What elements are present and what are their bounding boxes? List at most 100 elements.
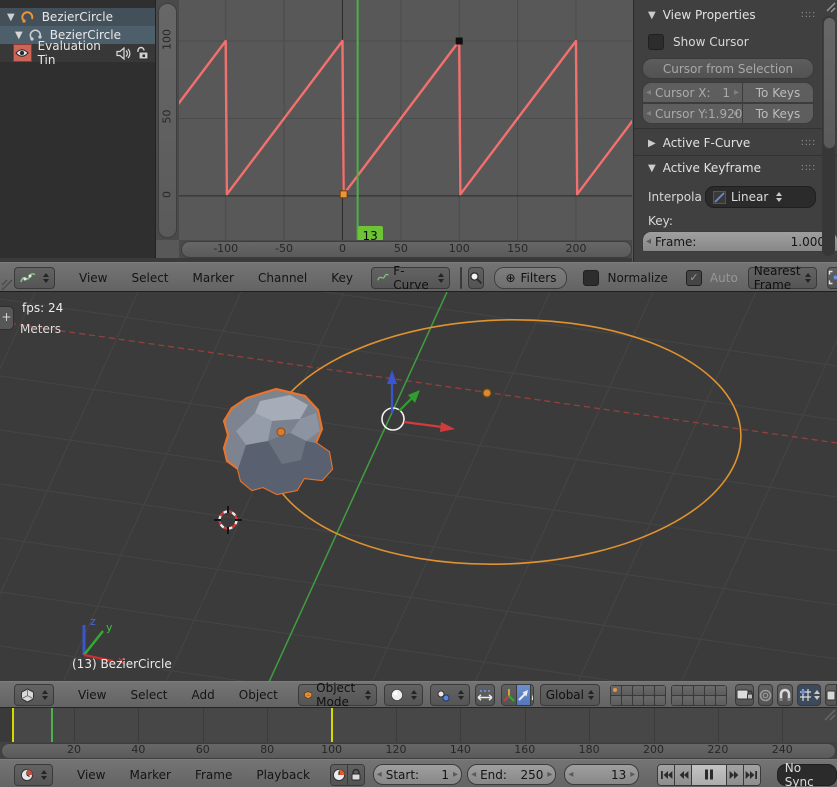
menu-view[interactable]: View xyxy=(66,683,118,707)
channel-row-object[interactable]: ▼ BezierCircle xyxy=(0,8,155,26)
layer-toggle[interactable] xyxy=(716,686,726,695)
editor-type-dropdown[interactable] xyxy=(14,267,55,289)
panel-grip-icon[interactable]: ∷∷ xyxy=(801,163,816,174)
menu-frame[interactable]: Frame xyxy=(183,763,244,787)
frame-start-field[interactable]: ◂ Start: 1 ▸ xyxy=(373,764,462,785)
manipulator-toggle-icon[interactable] xyxy=(475,684,495,706)
expand-triangle-icon[interactable]: ▼ xyxy=(7,12,15,23)
layer-toggle[interactable] xyxy=(633,686,643,695)
panel-header-active-fcurve[interactable]: ▶ Active F-Curve ∷∷ xyxy=(648,136,816,150)
menu-view[interactable]: View xyxy=(65,763,117,787)
graph-vertical-scrollbar[interactable]: 100500 xyxy=(156,0,180,240)
layers-widget[interactable] xyxy=(610,685,727,706)
layer-toggle[interactable] xyxy=(611,686,621,695)
menu-select[interactable]: Select xyxy=(118,683,179,707)
rotate-manipulator-icon[interactable] xyxy=(531,685,534,705)
layer-toggle[interactable] xyxy=(683,696,693,705)
layer-toggle[interactable] xyxy=(694,696,704,705)
cursor-y-to-keys-button[interactable]: To Keys xyxy=(742,103,814,124)
menu-view[interactable]: View xyxy=(67,266,119,290)
jump-to-prev-keyframe-button[interactable] xyxy=(675,765,692,785)
frame-end-field[interactable]: ◂ End: 250 ▸ xyxy=(467,764,556,785)
timeline-area[interactable]: 20406080100120140160180200220240 View Ma… xyxy=(0,707,837,787)
layer-toggle[interactable] xyxy=(672,686,682,695)
cursor-select-icon[interactable] xyxy=(461,268,462,288)
snap-element-dropdown[interactable] xyxy=(797,684,821,706)
menu-marker[interactable]: Marker xyxy=(117,763,182,787)
layer-toggle[interactable] xyxy=(611,696,621,705)
current-frame-field[interactable]: ◂ 13 ▸ xyxy=(564,764,639,785)
panel-header-active-keyframe[interactable]: ▼ Active Keyframe ∷∷ xyxy=(648,161,816,175)
pause-button[interactable] xyxy=(692,765,727,785)
viewport-shading-dropdown[interactable] xyxy=(384,684,423,706)
preview-range-clock-icon[interactable] xyxy=(331,765,348,785)
layer-toggle[interactable] xyxy=(655,696,665,705)
filters-button[interactable]: ⊕ Filters xyxy=(494,267,567,289)
editor-type-dropdown[interactable] xyxy=(14,764,53,786)
jump-to-start-button[interactable] xyxy=(658,765,675,785)
timeline-strip[interactable] xyxy=(0,708,837,742)
cursor-x-field[interactable]: ◂ Cursor X: 1 ▸ xyxy=(642,82,742,103)
menu-key[interactable]: Key xyxy=(319,266,365,290)
snap-magnet-icon[interactable] xyxy=(777,684,793,706)
layer-toggle[interactable] xyxy=(655,686,665,695)
panel-grip-icon[interactable]: ∷∷ xyxy=(801,10,816,21)
layer-toggle[interactable] xyxy=(644,696,654,705)
mute-speaker-icon[interactable] xyxy=(116,47,131,60)
channel-list[interactable]: ▼ BezierCircle ▼ BezierCircle Evaluation… xyxy=(0,0,156,262)
mode-dropdown-fcurve[interactable]: F-Curve xyxy=(371,267,450,289)
cursor-y-field[interactable]: ◂ Cursor Y: 1.920 ▸ xyxy=(642,103,742,124)
menu-playback[interactable]: Playback xyxy=(244,763,322,787)
pivot-point-dropdown[interactable] xyxy=(430,684,470,706)
normalize-checkbox[interactable] xyxy=(583,270,599,286)
interpolation-dropdown[interactable]: Linear xyxy=(705,186,816,208)
jump-to-end-button[interactable] xyxy=(744,765,760,785)
keyframe-frame-field[interactable]: ◂ Frame: 1.000 ▸ xyxy=(642,231,837,252)
panel-header-view-properties[interactable]: ▼ View Properties ∷∷ xyxy=(648,8,816,22)
resize-grip-icon[interactable] xyxy=(1,279,13,291)
mode-dropdown[interactable]: Object Mode xyxy=(298,684,377,706)
bezier-circle-path[interactable] xyxy=(261,312,745,572)
translate-manipulator-icon[interactable] xyxy=(517,685,531,705)
cursor-3d[interactable] xyxy=(214,506,242,534)
jump-to-next-keyframe-button[interactable] xyxy=(727,765,744,785)
show-cursor-checkbox[interactable] xyxy=(648,34,664,50)
layer-toggle[interactable] xyxy=(705,696,715,705)
auto-checkbox[interactable]: ✓ xyxy=(686,270,702,286)
layer-toggle[interactable] xyxy=(633,696,643,705)
graph-canvas[interactable] xyxy=(179,0,632,240)
menu-object[interactable]: Object xyxy=(227,683,290,707)
menu-select[interactable]: Select xyxy=(119,266,180,290)
layer-toggle[interactable] xyxy=(694,686,704,695)
channel-row-fcurve[interactable]: Evaluation Tin xyxy=(0,44,155,62)
snap-mode-dropdown[interactable]: Nearest Frame xyxy=(748,267,817,289)
turtle-mesh-object[interactable] xyxy=(224,389,332,494)
graph-horizontal-scrollbar[interactable]: -100-50050100150200 xyxy=(179,240,632,258)
resize-grip-icon[interactable] xyxy=(822,2,836,16)
cursor-from-selection-button[interactable]: Cursor from Selection xyxy=(642,58,814,79)
cursor-x-to-keys-button[interactable]: To Keys xyxy=(742,82,814,103)
timeline-ruler[interactable]: 20406080100120140160180200220240 xyxy=(0,742,837,759)
lock-to-scene-icon[interactable] xyxy=(735,684,754,706)
editor-type-dropdown[interactable] xyxy=(14,684,54,706)
render-opengl-icon[interactable] xyxy=(825,684,837,706)
layer-toggle[interactable] xyxy=(683,686,693,695)
expand-triangle-icon[interactable]: ▼ xyxy=(15,30,23,41)
menu-marker[interactable]: Marker xyxy=(181,266,246,290)
menu-channel[interactable]: Channel xyxy=(246,266,319,290)
zoom-to-region-icon[interactable] xyxy=(468,267,484,289)
layer-toggle[interactable] xyxy=(705,686,715,695)
properties-scrollbar[interactable] xyxy=(822,16,835,256)
visibility-eye-icon[interactable] xyxy=(13,44,32,62)
viewport-3d[interactable]: z y x fps: 24 Meters (13) BezierCircle + xyxy=(0,291,837,682)
proportional-edit-icon[interactable] xyxy=(758,684,773,706)
toolbar-expand-button[interactable]: + xyxy=(0,306,14,330)
copy-to-selected-icon[interactable] xyxy=(827,267,837,289)
manipulator-axes-icon[interactable] xyxy=(502,685,517,705)
layer-toggle[interactable] xyxy=(716,696,726,705)
lock-range-icon[interactable] xyxy=(348,765,364,785)
layer-toggle[interactable] xyxy=(622,696,632,705)
layer-toggle[interactable] xyxy=(644,686,654,695)
translate-manipulator[interactable] xyxy=(382,370,455,432)
resize-grip-icon[interactable] xyxy=(824,709,836,721)
